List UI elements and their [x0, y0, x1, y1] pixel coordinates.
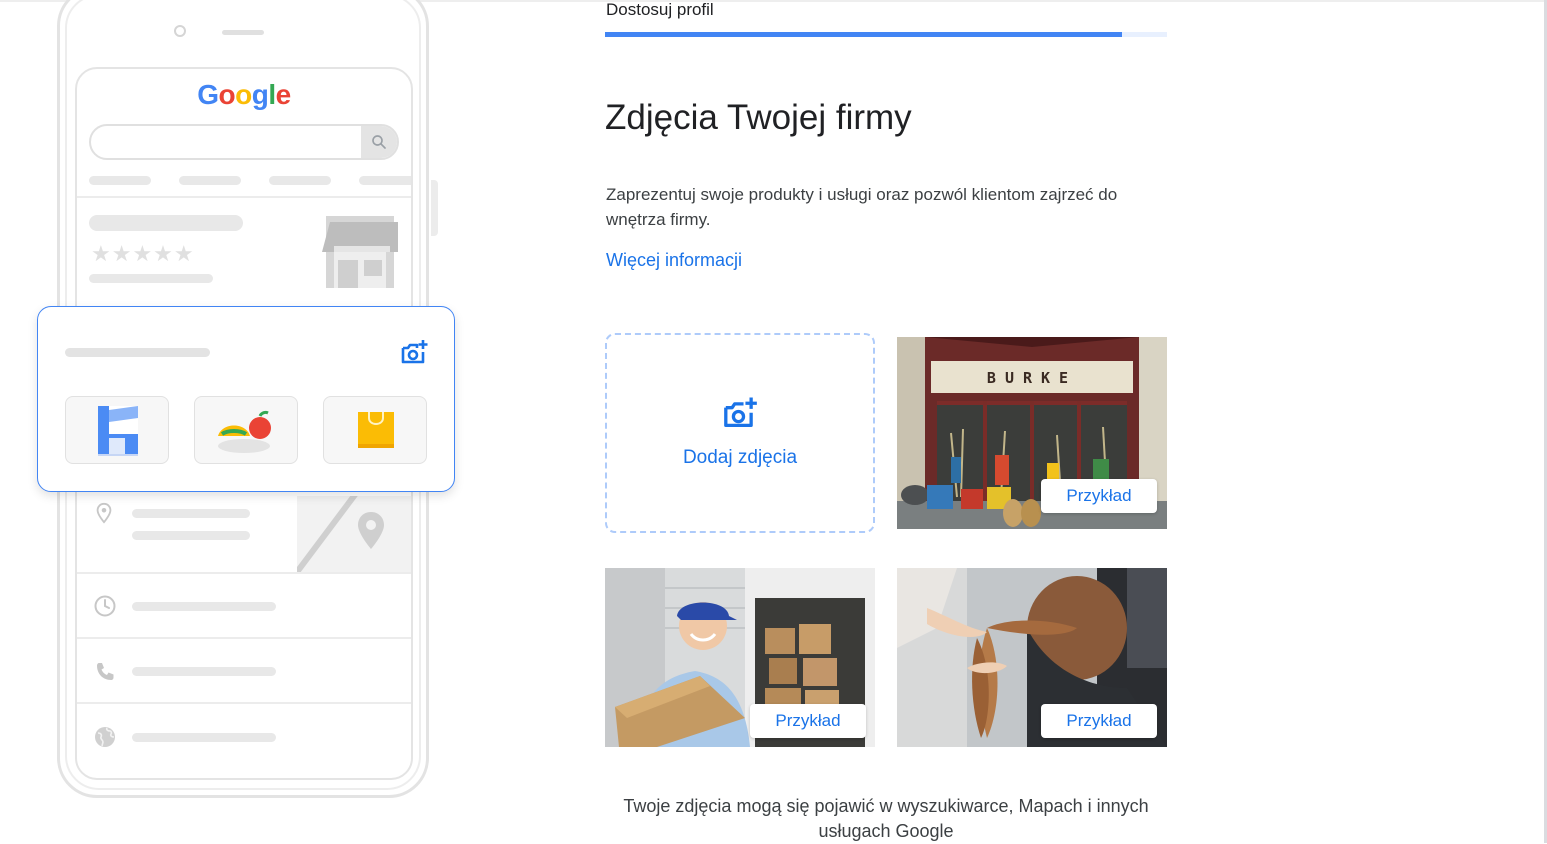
- mock-text-bar: [89, 274, 213, 283]
- mock-search-box: [89, 124, 399, 160]
- mock-phone-bar: [132, 667, 276, 676]
- phone-icon: [93, 660, 117, 684]
- logo-letter: o: [218, 79, 236, 110]
- mock-map: [297, 496, 411, 572]
- add-photos-label: Dodaj zdjęcia: [682, 447, 798, 468]
- mock-divider: [77, 572, 411, 574]
- example-badge: Przykład: [1041, 704, 1157, 738]
- mock-divider: [77, 196, 411, 198]
- example-badge: Przykład: [750, 704, 866, 738]
- example-photo-courier: Przykład: [605, 568, 875, 747]
- mock-tab-bar: [359, 176, 411, 185]
- add-photo-camera-icon: [400, 338, 430, 368]
- photo-card-illustration: [37, 306, 455, 492]
- mock-divider: [77, 702, 411, 704]
- logo-letter: o: [235, 79, 252, 110]
- logo-letter: g: [251, 79, 269, 110]
- more-info-link[interactable]: Więcej informacji: [606, 250, 742, 271]
- breadcrumb: Dostosuj profil: [606, 0, 714, 19]
- page-title: Zdjęcia Twojej firmy: [605, 98, 912, 137]
- mock-card-title-bar: [65, 348, 210, 357]
- mock-address-bar: [132, 509, 250, 518]
- google-logo: Google: [77, 79, 411, 111]
- logo-letter: e: [275, 79, 292, 110]
- progress-bar: [605, 32, 1167, 37]
- add-photo-camera-icon: [722, 395, 760, 433]
- mock-hours-bar: [132, 602, 276, 611]
- location-pin-icon: [93, 501, 117, 525]
- example-photo-hairdresser: Przykład: [897, 568, 1167, 747]
- bag-photo-tile: [323, 396, 427, 464]
- logo-letter: G: [197, 79, 219, 110]
- clock-icon: [93, 594, 117, 618]
- phone-side-button: [431, 180, 438, 236]
- mock-tab-bar: [179, 176, 241, 185]
- mock-tab-bar: [269, 176, 331, 185]
- shop-sign-text: BURKE: [987, 369, 1077, 387]
- food-photo-tile: [194, 396, 298, 464]
- mock-divider: [77, 637, 411, 639]
- progress-bar-fill: [605, 32, 1123, 37]
- mock-rating-stars: ★★★★★: [91, 241, 195, 266]
- mock-website-bar: [132, 733, 276, 742]
- photos-visibility-note: Twoje zdjęcia mogą się pojawić w wyszuki…: [623, 796, 1149, 841]
- phone-speaker: [222, 30, 264, 35]
- logo-letter: l: [268, 79, 276, 110]
- example-badge: Przykład: [1041, 479, 1157, 513]
- globe-icon: [93, 725, 117, 749]
- search-icon: [361, 126, 397, 158]
- add-photos-button[interactable]: Dodaj zdjęcia: [605, 333, 875, 533]
- storefront-icon: [322, 216, 398, 293]
- store-photo-tile: [65, 396, 169, 464]
- example-photo-storefront: BURKE Przykład: [897, 337, 1167, 529]
- mock-tab-bar: [89, 176, 151, 185]
- mock-address-bar: [132, 531, 250, 540]
- mock-title-bar: [89, 215, 243, 231]
- page-description: Zaprezentuj swoje produkty i usługi oraz…: [606, 185, 1118, 229]
- phone-camera: [174, 25, 186, 37]
